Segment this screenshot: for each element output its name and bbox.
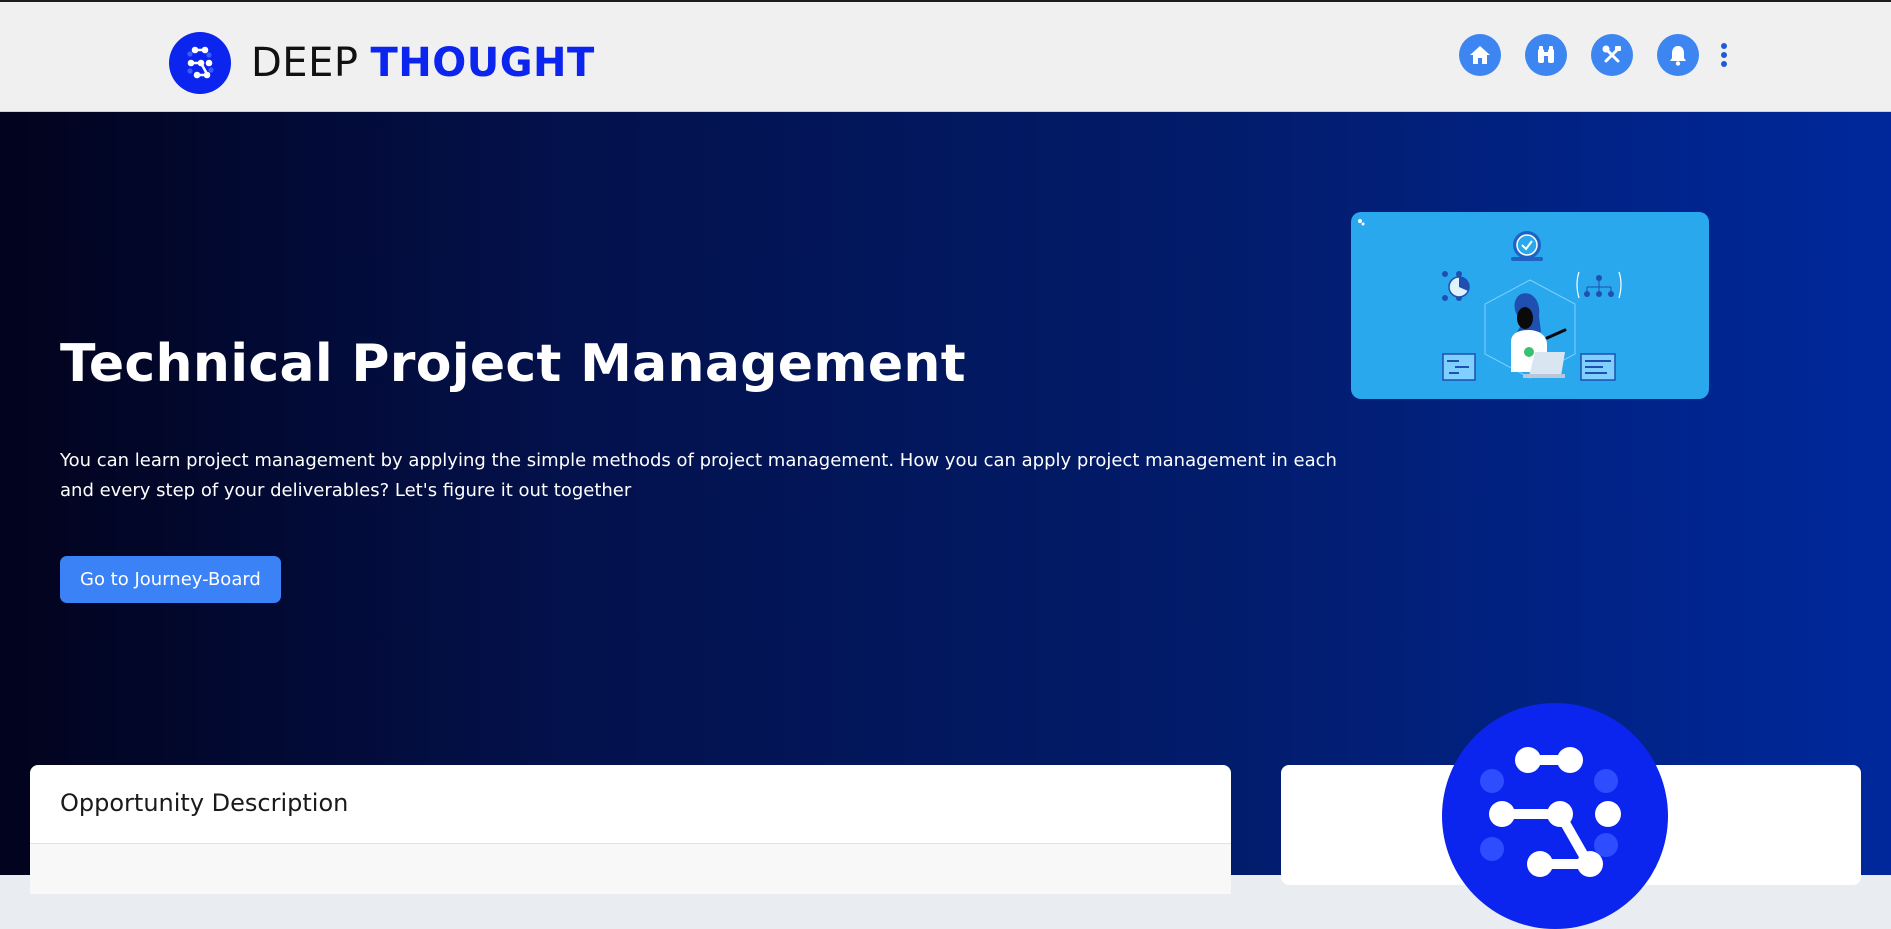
top-navbar: DEEP THOUGHT (0, 0, 1891, 112)
journey-board-button[interactable]: Go to Journey-Board (60, 556, 281, 603)
deep-thought-large-logo-icon (1442, 703, 1668, 929)
brand[interactable]: DEEP THOUGHT (169, 32, 595, 94)
bell-icon[interactable] (1657, 34, 1699, 76)
hero-description: You can learn project management by appl… (60, 450, 1337, 501)
brand-name-part1: DEEP (251, 40, 359, 86)
more-vertical-icon[interactable] (1717, 40, 1731, 71)
card-title: Opportunity Description (60, 789, 349, 817)
page-title: Technical Project Management (60, 334, 966, 394)
deep-thought-logo-icon (169, 32, 231, 94)
card-body (30, 844, 1231, 894)
brand-name-part2: THOUGHT (370, 40, 595, 86)
binoculars-icon[interactable] (1525, 34, 1567, 76)
nav-icon-group (1459, 34, 1731, 76)
brand-name: DEEP THOUGHT (251, 40, 595, 86)
tools-icon[interactable] (1591, 34, 1633, 76)
project-management-illustration (1351, 212, 1709, 399)
home-icon[interactable] (1459, 34, 1501, 76)
opportunity-description-card: Opportunity Description (30, 765, 1231, 894)
